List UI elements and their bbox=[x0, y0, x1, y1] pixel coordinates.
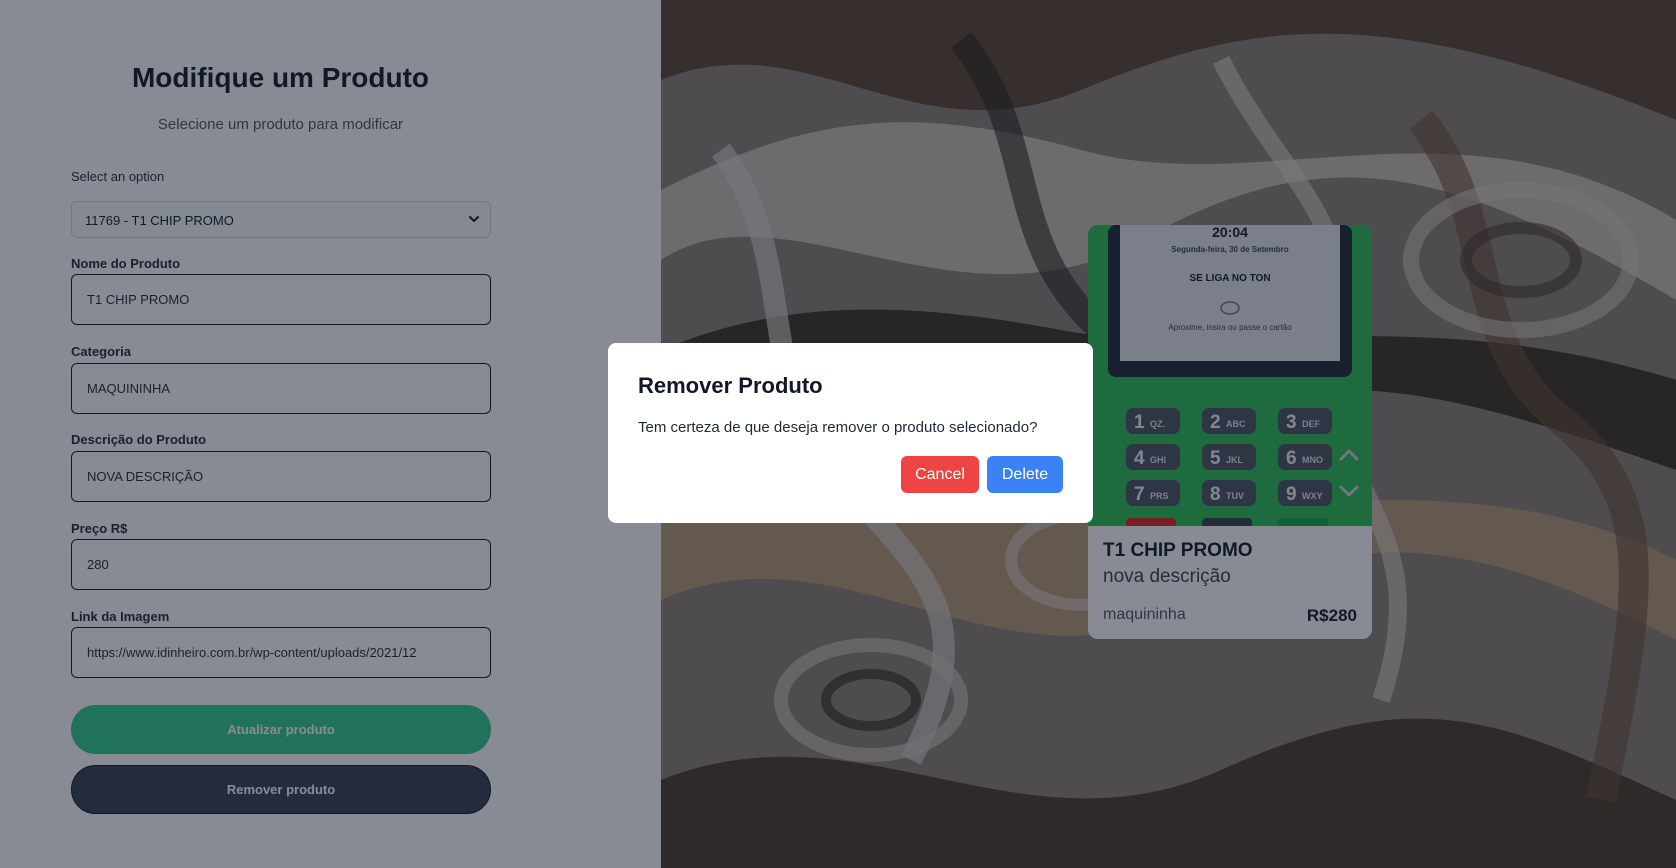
cancel-button[interactable]: Cancel bbox=[901, 456, 979, 493]
remove-product-dialog: Remover Produto Tem certeza de que desej… bbox=[608, 343, 1093, 523]
dialog-title: Remover Produto bbox=[638, 373, 823, 398]
dialog-message: Tem certeza de que deseja remover o prod… bbox=[638, 419, 1038, 436]
delete-button[interactable]: Delete bbox=[987, 456, 1063, 493]
